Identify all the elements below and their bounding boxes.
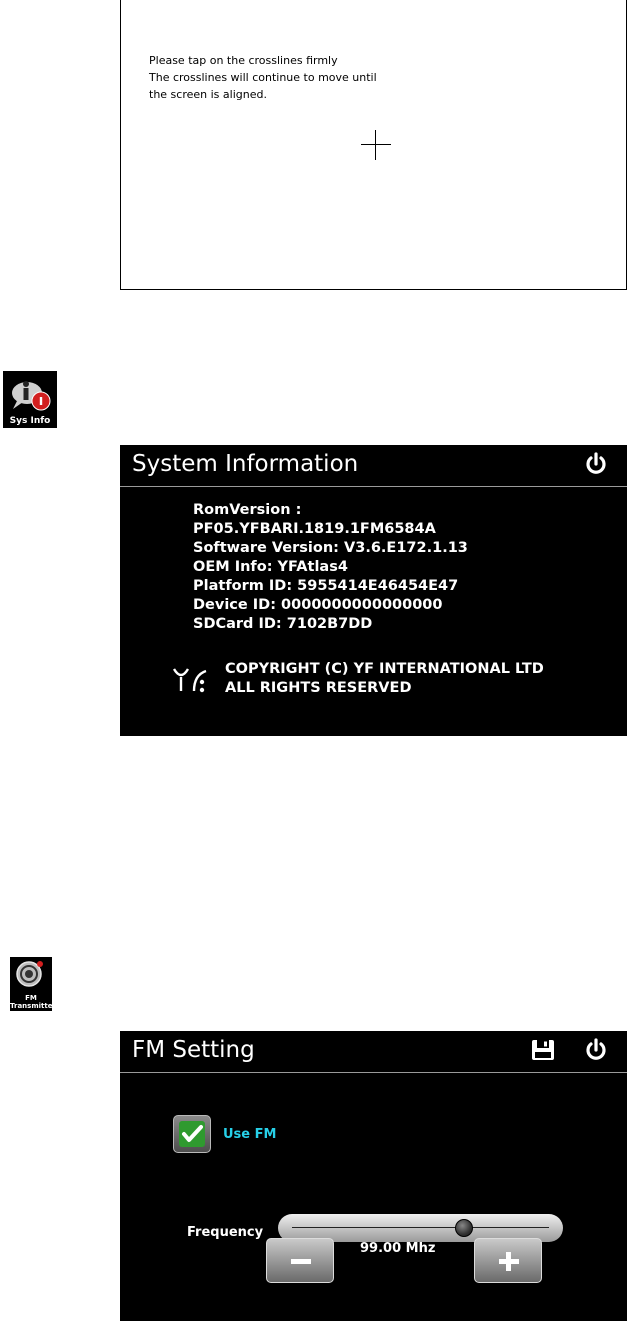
rom-version-label: RomVersion :: [193, 502, 302, 518]
checkmark-icon: [179, 1121, 205, 1147]
title-bar: System Information: [120, 445, 627, 487]
frequency-value: 99.00 Mhz: [360, 1241, 436, 1256]
info-icon: [12, 381, 51, 411]
crosshair-target[interactable]: [361, 130, 391, 160]
slider-track: [292, 1227, 549, 1228]
power-icon[interactable]: [583, 1037, 609, 1063]
fm-transmitter-icon: [16, 961, 43, 987]
sdcard-id: SDCard ID: 7102B7DD: [193, 616, 373, 632]
rom-version-value: PF05.YFBARI.1819.1FM6584A: [193, 521, 436, 537]
save-icon[interactable]: [530, 1037, 556, 1063]
decrease-frequency-button[interactable]: [266, 1238, 334, 1283]
use-fm-label[interactable]: Use FM: [223, 1127, 276, 1142]
increase-frequency-button[interactable]: [474, 1238, 542, 1283]
crosshair-horizontal: [361, 144, 391, 145]
copyright-line-1: COPYRIGHT (C) YF INTERNATIONAL LTD: [225, 661, 544, 677]
crosshair-vertical: [375, 130, 376, 160]
system-info-list: RomVersion : PF05.YFBARI.1819.1FM6584A S…: [193, 501, 468, 634]
fm-setting-panel: FM Setting Use FM Frequency 99.00 Mhz: [120, 1031, 627, 1321]
page-title: FM Setting: [132, 1037, 255, 1063]
calibration-text-line-1: Please tap on the crosslines firmly: [149, 54, 338, 67]
device-id: Device ID: 0000000000000000: [193, 597, 443, 613]
fm-label-line-1: FM: [25, 994, 37, 1002]
use-fm-checkbox[interactable]: [173, 1115, 211, 1153]
calibration-text-line-3: the screen is aligned.: [149, 88, 267, 101]
software-version: Software Version: V3.6.E172.1.13: [193, 540, 468, 556]
power-icon[interactable]: [583, 451, 609, 477]
oem-info: OEM Info: YFAtlas4: [193, 559, 348, 575]
platform-id: Platform ID: 5955414E46454E47: [193, 578, 459, 594]
calibration-text-line-2: The crosslines will continue to move unt…: [149, 71, 377, 84]
calibration-screen[interactable]: Please tap on the crosslines firmly The …: [120, 0, 627, 290]
fm-transmitter-app-label: FM Transmitter: [10, 994, 56, 1010]
fm-transmitter-app-icon[interactable]: FM Transmitter: [10, 957, 56, 1011]
slider-thumb[interactable]: [455, 1219, 474, 1237]
copyright-text: COPYRIGHT (C) YF INTERNATIONAL LTD ALL R…: [225, 660, 544, 698]
minus-icon: [291, 1259, 311, 1264]
system-information-panel: System Information RomVersion : PF05.YFB…: [120, 445, 627, 736]
fm-label-line-2: Transmitter: [10, 1002, 56, 1010]
copyright-line-2: ALL RIGHTS RESERVED: [225, 680, 412, 696]
title-bar: FM Setting: [120, 1031, 627, 1073]
sys-info-app-label: Sys Info: [9, 416, 51, 426]
sys-info-app-icon[interactable]: Sys Info: [3, 371, 57, 428]
page-title: System Information: [132, 451, 359, 477]
yf-logo-icon: [172, 668, 207, 693]
frequency-label: Frequency: [187, 1225, 264, 1240]
